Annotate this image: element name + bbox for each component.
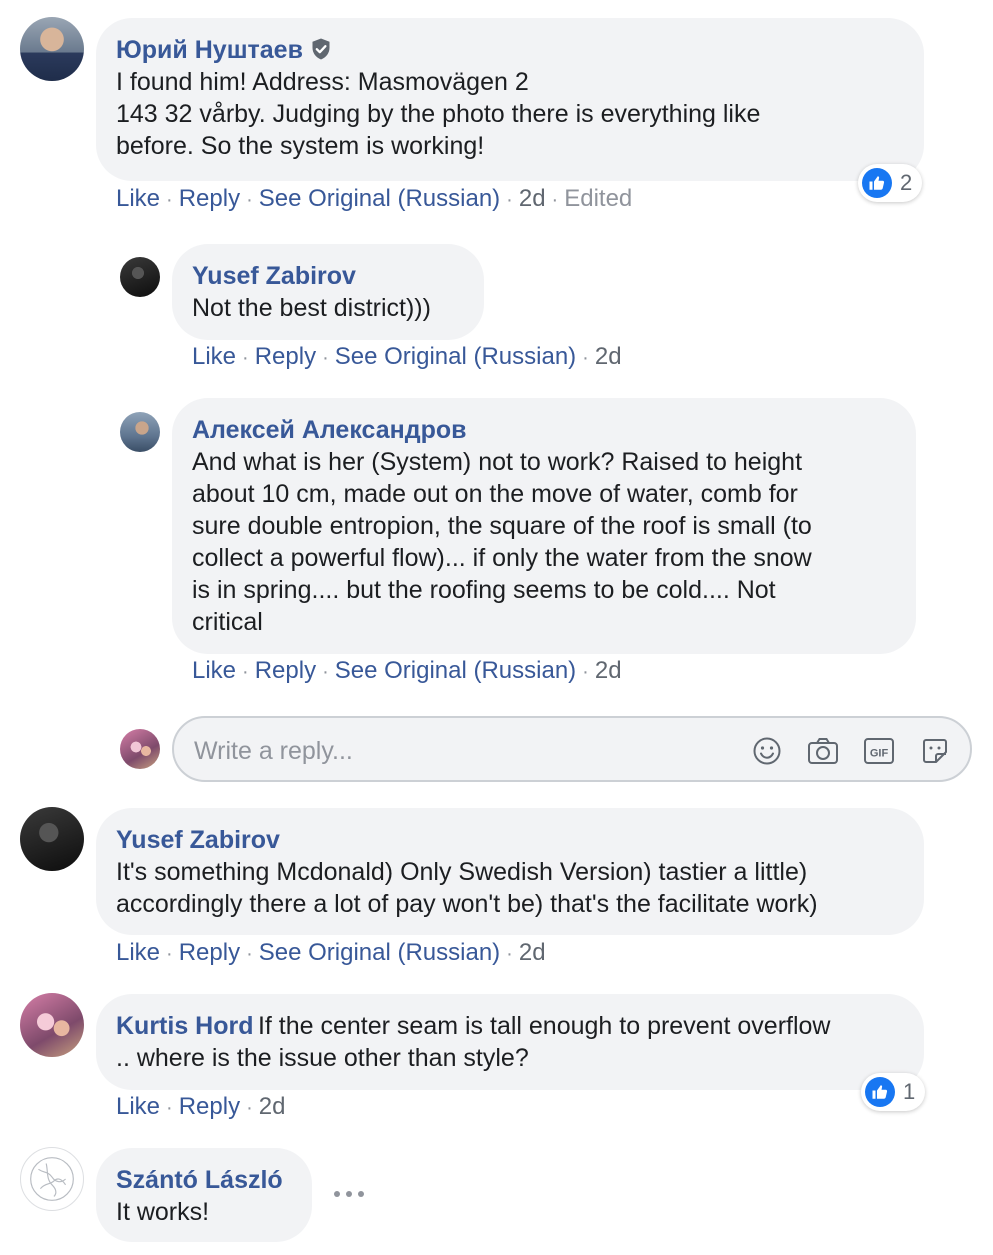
comment-text-line: accordingly there a lot of pay won't be)…	[116, 890, 818, 918]
timestamp[interactable]: 2d	[519, 939, 546, 966]
comment-text-line: It works!	[116, 1198, 210, 1226]
timestamp[interactable]: 2d	[595, 343, 622, 370]
edited-label[interactable]: Edited	[564, 185, 632, 212]
timestamp[interactable]: 2d	[519, 185, 546, 212]
avatar[interactable]	[20, 1147, 84, 1211]
see-original-button[interactable]: See Original (Russian)	[335, 343, 576, 370]
comment-actions: Like · Reply · See Original (Russian) · 2d · Edi…	[116, 185, 633, 212]
like-icon	[862, 168, 892, 198]
avatar[interactable]	[20, 807, 84, 871]
gif-icon[interactable]: GIF	[862, 734, 896, 768]
comment-author[interactable]: Szántó László	[116, 1166, 283, 1194]
comment-actions: Like · Reply · See Original (Russian) · 2d	[192, 343, 622, 370]
reaction-count-number: 2	[900, 170, 913, 195]
avatar[interactable]	[20, 993, 84, 1057]
more-options-icon[interactable]	[334, 1184, 364, 1204]
like-button[interactable]: Like	[192, 343, 236, 370]
like-button[interactable]: Like	[116, 185, 160, 212]
reply-button[interactable]: Reply	[255, 657, 316, 684]
comment-author[interactable]: Yusef Zabirov	[192, 262, 356, 290]
like-icon	[865, 1077, 895, 1107]
reply-input[interactable]	[194, 734, 714, 768]
comment-bubble: Yusef Zabirov Not the best district)))	[172, 244, 484, 340]
comment-author[interactable]: Юрий Нуштаев	[116, 36, 303, 64]
gif-label: GIF	[870, 748, 889, 760]
see-original-button[interactable]: See Original (Russian)	[259, 939, 500, 966]
comment-text-line: sure double entropion, the square of the…	[192, 512, 812, 540]
comment-bubble: Алексей Александров And what is her (Sys…	[172, 398, 916, 654]
reaction-count[interactable]: 1	[861, 1073, 926, 1111]
timestamp[interactable]: 2d	[595, 657, 622, 684]
comment-text-line: I found him! Address: Masmovägen 2	[116, 68, 529, 96]
comment-text-line: .. where is the issue other than style?	[116, 1044, 529, 1072]
comment-actions: Like · Reply · See Original (Russian) · 2d	[192, 657, 622, 684]
comment-text-line: is in spring.... but the roofing seems t…	[192, 576, 776, 604]
comment-text-line: And what is her (System) not to work? Ra…	[192, 448, 803, 476]
timestamp[interactable]: 2d	[259, 1093, 286, 1120]
like-button[interactable]: Like	[116, 939, 160, 966]
reply-button[interactable]: Reply	[179, 1093, 240, 1120]
comment-text-line: collect a powerful flow)... if only the …	[192, 544, 812, 572]
comment-bubble: Kurtis Hord If the center seam is tall e…	[96, 994, 924, 1090]
like-button[interactable]: Like	[192, 657, 236, 684]
comment-bubble: Юрий Нуштаев I found him! Address: Masmo…	[96, 18, 924, 181]
reply-composer: GIF	[172, 716, 972, 782]
comment-text-line: about 10 cm, made out on the move of wat…	[192, 480, 798, 508]
reaction-count-number: 1	[903, 1079, 916, 1104]
avatar[interactable]	[120, 412, 160, 452]
comment-bubble: Yusef Zabirov It's something Mcdonald) O…	[96, 808, 924, 935]
verified-badge-icon	[312, 38, 330, 60]
emoji-icon[interactable]	[750, 734, 784, 768]
comment-actions: Like · Reply · 2d	[116, 1093, 286, 1120]
comment-author[interactable]: Алексей Александров	[192, 416, 467, 444]
reply-button[interactable]: Reply	[255, 343, 316, 370]
sticker-icon[interactable]	[918, 734, 952, 768]
see-original-button[interactable]: See Original (Russian)	[335, 657, 576, 684]
reaction-count[interactable]: 2	[858, 164, 923, 202]
like-button[interactable]: Like	[116, 1093, 160, 1120]
comment-bubble: Szántó László It works!	[96, 1148, 312, 1242]
current-user-avatar[interactable]	[120, 729, 160, 769]
comment-actions: Like · Reply · See Original (Russian) · 2d	[116, 939, 546, 966]
comment-text-line: Not the best district)))	[192, 294, 431, 322]
comment-author[interactable]: Kurtis Hord	[116, 1012, 254, 1040]
avatar[interactable]	[120, 257, 160, 297]
reply-button[interactable]: Reply	[179, 185, 240, 212]
reply-button[interactable]: Reply	[179, 939, 240, 966]
avatar[interactable]	[20, 17, 84, 81]
comment-text-line: critical	[192, 608, 263, 636]
comment-text-line: before. So the system is working!	[116, 132, 485, 160]
see-original-button[interactable]: See Original (Russian)	[259, 185, 500, 212]
comment-text-line: It's something Mcdonald) Only Swedish Ve…	[116, 858, 808, 886]
comment-text-line: 143 32 vårby. Judging by the photo there…	[116, 100, 761, 128]
comment-text-line: If the center seam is tall enough to pre…	[257, 1012, 831, 1040]
comment-author[interactable]: Yusef Zabirov	[116, 826, 280, 854]
camera-icon[interactable]	[806, 734, 840, 768]
